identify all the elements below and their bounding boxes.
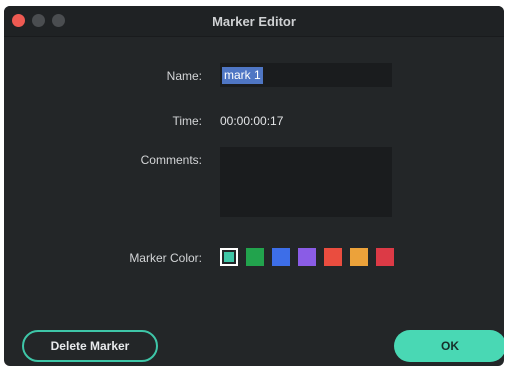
color-swatch-purple[interactable] — [298, 248, 316, 266]
marker-editor-window: Marker Editor Name: mark 1 Time: 00:00:0… — [4, 6, 504, 366]
color-swatch-green[interactable] — [246, 248, 264, 266]
title-bar: Marker Editor — [4, 6, 504, 37]
delete-marker-button[interactable]: Delete Marker — [22, 330, 158, 362]
name-field-value: mark 1 — [222, 67, 263, 84]
name-field[interactable]: mark 1 — [220, 63, 392, 87]
time-value: 00:00:00:17 — [220, 114, 284, 128]
ok-button[interactable]: OK — [394, 330, 504, 362]
time-label: Time: — [172, 114, 202, 128]
marker-color-label: Marker Color: — [129, 251, 202, 265]
color-swatch-orange[interactable] — [350, 248, 368, 266]
comments-label: Comments: — [140, 153, 202, 167]
comments-field[interactable] — [220, 147, 392, 217]
color-swatch-blue[interactable] — [272, 248, 290, 266]
name-label: Name: — [166, 69, 202, 83]
color-swatch-red[interactable] — [324, 248, 342, 266]
color-swatch-teal[interactable] — [220, 248, 238, 266]
color-swatch-crimson[interactable] — [376, 248, 394, 266]
window-title: Marker Editor — [212, 14, 296, 29]
